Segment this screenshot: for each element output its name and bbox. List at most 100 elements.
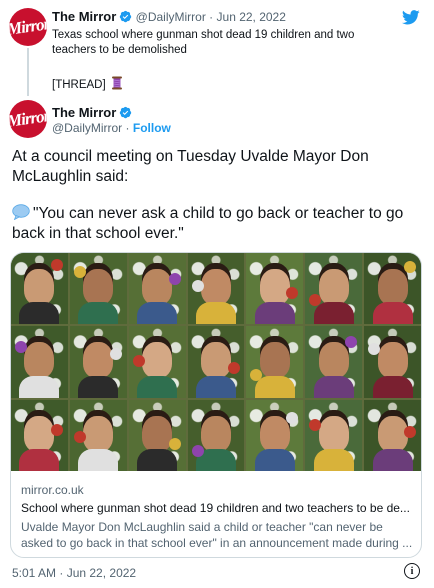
portrait-shirt xyxy=(313,302,354,325)
memorial-photo-tile xyxy=(305,326,363,398)
portrait-face xyxy=(142,415,173,452)
portrait-shirt xyxy=(78,375,119,398)
flower-accent xyxy=(191,280,204,292)
quoted-tweet-text[interactable]: Texas school where gunman shot dead 19 c… xyxy=(52,28,372,58)
portrait-shirt xyxy=(372,302,413,325)
main-author-name[interactable]: The Mirror xyxy=(52,105,116,120)
portrait-shirt xyxy=(19,449,60,471)
portrait-face xyxy=(24,269,55,305)
portrait-shirt xyxy=(313,449,354,471)
thread-label: [THREAD] xyxy=(52,79,106,91)
quoted-date[interactable]: Jun 22, 2022 xyxy=(217,10,286,24)
quoted-author-name[interactable]: The Mirror xyxy=(52,9,116,24)
flower-accent xyxy=(51,259,63,271)
tweet-quote-text: "You can never ask a child to go back or… xyxy=(12,205,404,242)
portrait-face xyxy=(318,269,349,305)
follow-button[interactable]: Follow xyxy=(133,121,171,135)
flower-accent xyxy=(286,287,299,299)
portrait-shirt xyxy=(137,375,178,398)
flower-accent xyxy=(345,336,358,349)
quoted-separator: · xyxy=(209,10,214,24)
quoted-avatar[interactable]: Mirror xyxy=(9,8,47,46)
portrait-shirt xyxy=(372,449,413,471)
portrait-shirt xyxy=(313,375,354,398)
portrait-face xyxy=(200,269,231,305)
verified-badge-icon xyxy=(120,106,132,119)
portrait-face xyxy=(83,269,114,305)
portrait-face xyxy=(377,269,408,305)
memorial-photo-tile xyxy=(128,326,186,398)
portrait-shirt xyxy=(254,449,295,471)
portrait-face xyxy=(142,342,173,379)
portrait-shirt xyxy=(195,375,236,398)
memorial-photo-tile xyxy=(187,399,245,471)
flower-accent xyxy=(191,444,204,457)
link-card[interactable]: mirror.co.uk School where gunman shot de… xyxy=(10,252,422,558)
flower-accent xyxy=(73,266,86,278)
portrait-face xyxy=(377,415,408,452)
memorial-photo-tile xyxy=(69,326,127,398)
card-description: Uvalde Mayor Don McLaughlin said a child… xyxy=(21,520,413,550)
flower-accent xyxy=(51,423,63,436)
twitter-bird-icon[interactable] xyxy=(402,10,420,25)
flower-accent xyxy=(73,430,86,443)
portrait-shirt xyxy=(137,302,178,325)
portrait-face xyxy=(83,415,114,452)
portrait-shirt xyxy=(19,375,60,398)
portrait-shirt xyxy=(372,375,413,398)
portrait-face xyxy=(200,415,231,452)
portrait-face xyxy=(377,342,408,379)
portrait-face xyxy=(259,415,290,452)
flower-accent xyxy=(404,425,417,438)
quoted-header: The Mirror @DailyMirror · Jun 22, 2022 xyxy=(52,9,286,24)
memorial-photo-tile xyxy=(11,253,68,325)
portrait-shirt xyxy=(78,302,119,325)
quoted-avatar-logo: Mirror xyxy=(9,14,47,39)
portrait-shirt xyxy=(19,302,60,325)
memorial-photo-tile xyxy=(364,326,421,398)
portrait-face xyxy=(318,342,349,379)
memorial-photo-tile xyxy=(128,399,186,471)
memorial-photo-tile xyxy=(305,253,363,325)
memorial-photo-tile xyxy=(364,253,421,325)
portrait-face xyxy=(24,342,55,379)
flower-accent xyxy=(168,437,181,450)
memorial-photo-tile xyxy=(69,399,127,471)
quoted-handle[interactable]: @DailyMirror xyxy=(136,10,206,24)
main-avatar[interactable]: Mirror xyxy=(9,100,47,138)
memorial-photo-tile xyxy=(305,399,363,471)
memorial-photo-tile xyxy=(364,399,421,471)
portrait-face xyxy=(259,269,290,305)
flower-accent xyxy=(227,362,240,375)
flower-accent xyxy=(168,273,181,285)
main-handle[interactable]: @DailyMirror xyxy=(52,121,122,135)
flower-accent xyxy=(286,411,299,424)
info-icon[interactable]: i xyxy=(404,563,420,579)
memorial-photo-tile xyxy=(69,253,127,325)
memorial-photo-tile xyxy=(187,326,245,398)
thread-spool-icon xyxy=(111,76,122,90)
card-photo-mosaic[interactable] xyxy=(11,253,421,471)
flower-accent xyxy=(404,261,417,273)
portrait-face xyxy=(24,415,55,452)
memorial-photo-tile xyxy=(11,399,68,471)
flower-accent xyxy=(109,348,122,361)
quoted-thread-row: [THREAD] xyxy=(52,76,123,91)
memorial-photo-tile xyxy=(128,253,186,325)
memorial-photo-tile xyxy=(11,326,68,398)
card-title[interactable]: School where gunman shot dead 19 childre… xyxy=(21,501,411,515)
memorial-photo-tile xyxy=(187,253,245,325)
main-handle-row: @DailyMirror · Follow xyxy=(52,121,171,135)
flower-accent xyxy=(309,418,322,431)
portrait-face xyxy=(142,269,173,305)
portrait-face xyxy=(200,342,231,379)
flower-accent xyxy=(132,355,145,368)
memorial-photo-tile xyxy=(246,399,304,471)
portrait-shirt xyxy=(78,449,119,471)
card-domain: mirror.co.uk xyxy=(21,483,84,497)
tweet-body-line: At a council meeting on Tuesday Uvalde M… xyxy=(12,148,369,185)
speech-balloon-icon xyxy=(12,204,30,221)
verified-badge-icon xyxy=(120,10,132,23)
tweet-timestamp[interactable]: 5:01 AM · Jun 22, 2022 xyxy=(12,566,136,580)
main-avatar-logo: Mirror xyxy=(9,106,47,131)
